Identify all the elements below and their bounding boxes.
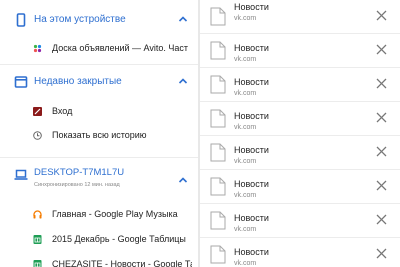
- tab-url: vk.com: [234, 15, 257, 22]
- document-icon: [210, 245, 226, 264]
- close-icon[interactable]: [376, 214, 387, 225]
- list-item-label: Доска объявлений — Avito. Част: [52, 43, 189, 53]
- section-recently-closed[interactable]: Недавно закрытые: [0, 67, 198, 97]
- list-item-label: Показать всю историю: [52, 130, 147, 140]
- section-title: DESKTOP-T7M1L7U: [34, 167, 125, 178]
- list-item[interactable]: Вход: [0, 101, 198, 123]
- document-icon: [210, 177, 226, 196]
- tab-url: vk.com: [234, 90, 257, 97]
- tab-title: Новости: [234, 247, 269, 257]
- chevron-up-icon[interactable]: [178, 176, 188, 184]
- chevron-up-icon[interactable]: [178, 77, 188, 85]
- list-item[interactable]: CHEZASITE - Новости - Google Та: [0, 254, 198, 267]
- list-item-label: CHEZASITE - Новости - Google Та: [52, 259, 192, 267]
- document-icon: [210, 75, 226, 94]
- close-icon[interactable]: [376, 112, 387, 123]
- section-desktop[interactable]: DESKTOP-T7M1L7U Синхронизировано 12 мин.…: [0, 162, 198, 196]
- tab-item[interactable]: Новости vk.com: [200, 136, 400, 168]
- list-item[interactable]: Доска объявлений — Avito. Част: [0, 38, 198, 60]
- divider: [0, 64, 198, 65]
- avito-icon: [33, 44, 42, 53]
- tab-item[interactable]: Новости vk.com: [200, 102, 400, 134]
- divider: [0, 157, 198, 158]
- document-icon: [210, 109, 226, 128]
- document-icon: [210, 41, 226, 60]
- tab-url: vk.com: [234, 192, 257, 199]
- tab-url: vk.com: [234, 158, 257, 165]
- tab-title: Новости: [234, 43, 269, 53]
- document-icon: [210, 211, 226, 230]
- close-icon[interactable]: [376, 248, 387, 259]
- tab-item[interactable]: Новости vk.com: [200, 0, 400, 32]
- document-icon: [210, 7, 226, 26]
- close-icon[interactable]: [376, 78, 387, 89]
- phone-icon: [16, 13, 26, 27]
- tab-item[interactable]: Новости vk.com: [200, 170, 400, 202]
- tab-title: Новости: [234, 2, 269, 12]
- section-title: Недавно закрытые: [34, 76, 122, 87]
- window-icon: [14, 76, 28, 88]
- laptop-icon: [14, 169, 28, 180]
- document-icon: [210, 143, 226, 162]
- tab-item[interactable]: Новости vk.com: [200, 34, 400, 66]
- tab-history-panel: На этом устройстве Доска объявлений — Av…: [0, 0, 198, 267]
- tab-item[interactable]: Новости vk.com: [200, 204, 400, 236]
- show-all-history-link[interactable]: Показать всю историю: [0, 125, 198, 147]
- chevron-up-icon[interactable]: [178, 15, 188, 23]
- tab-url: vk.com: [234, 260, 257, 267]
- tab-title: Новости: [234, 179, 269, 189]
- tab-title: Новости: [234, 77, 269, 87]
- sync-status: Синхронизировано 12 мин. назад: [34, 182, 120, 188]
- close-icon[interactable]: [376, 10, 387, 21]
- tab-item[interactable]: Новости vk.com: [200, 68, 400, 100]
- list-item[interactable]: Главная - Google Play Музыка: [0, 204, 198, 226]
- tab-item[interactable]: Новости vk.com: [200, 238, 400, 267]
- tab-url: vk.com: [234, 226, 257, 233]
- headphones-icon: [33, 210, 42, 219]
- close-icon[interactable]: [376, 146, 387, 157]
- login-icon: [33, 107, 42, 116]
- tab-url: vk.com: [234, 56, 257, 63]
- list-item-label: Вход: [52, 106, 73, 116]
- section-title: На этом устройстве: [34, 14, 126, 25]
- open-tabs-list: Новости vk.com Новости vk.com Новости vk…: [200, 0, 400, 267]
- tab-title: Новости: [234, 145, 269, 155]
- section-this-device[interactable]: На этом устройстве: [0, 5, 198, 35]
- list-item-label: Главная - Google Play Музыка: [52, 209, 178, 219]
- sheets-icon: [33, 260, 42, 267]
- clock-icon: [33, 131, 42, 140]
- list-item-label: 2015 Декабрь - Google Таблицы: [52, 234, 186, 244]
- close-icon[interactable]: [376, 180, 387, 191]
- tab-title: Новости: [234, 213, 269, 223]
- close-icon[interactable]: [376, 44, 387, 55]
- sheets-icon: [33, 235, 42, 244]
- tab-url: vk.com: [234, 124, 257, 131]
- tab-title: Новости: [234, 111, 269, 121]
- list-item[interactable]: 2015 Декабрь - Google Таблицы: [0, 229, 198, 251]
